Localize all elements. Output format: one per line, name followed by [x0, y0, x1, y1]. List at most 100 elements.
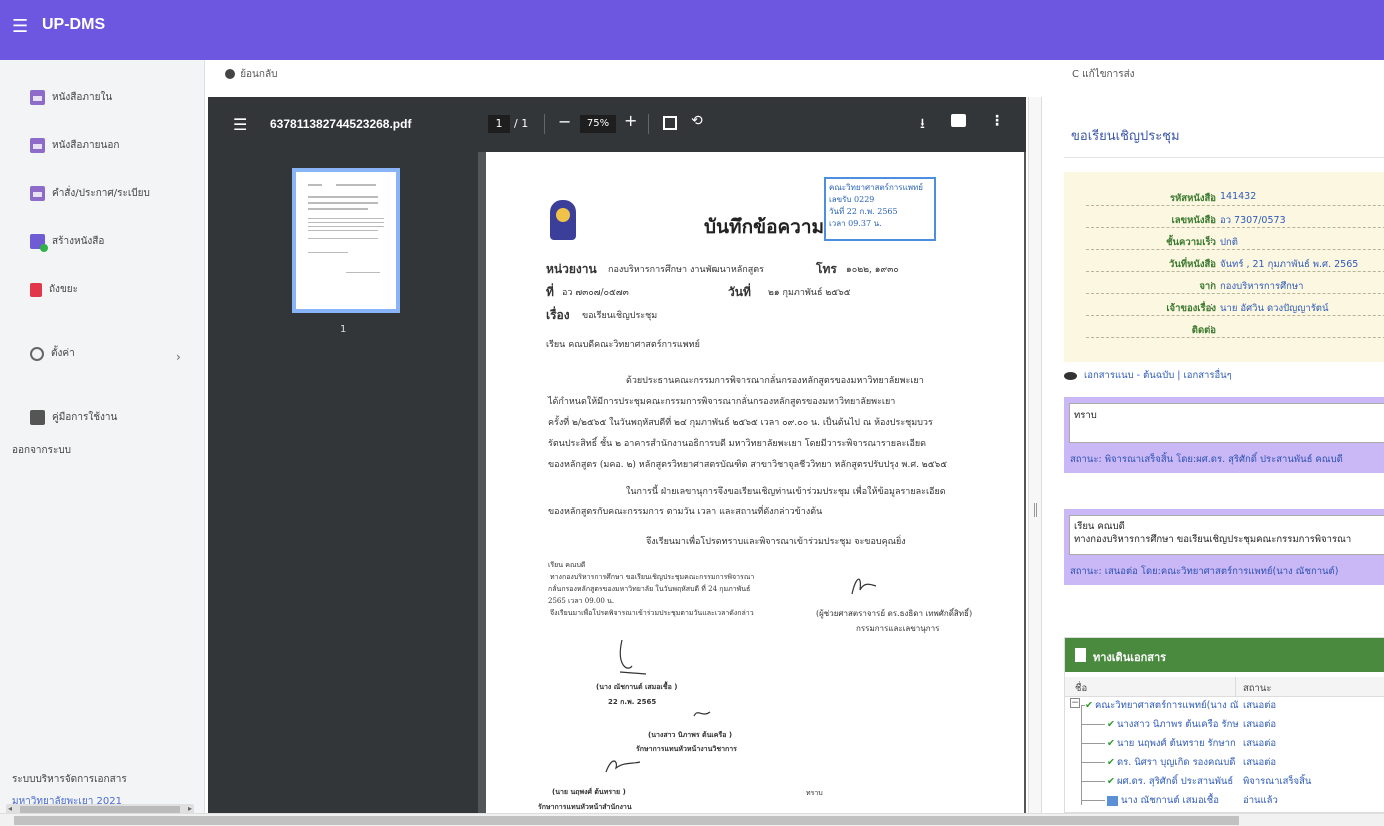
- scroll-left-icon[interactable]: ◂: [8, 804, 12, 813]
- tree-row-status: เสนอต่อ: [1243, 738, 1277, 749]
- page-total: / 1: [514, 117, 529, 130]
- note-ack: ทราบ: [806, 789, 823, 797]
- note-signer: (นางสาว นิภาพร ต้นเครือ ): [648, 731, 733, 739]
- stamp-line: คณะวิทยาศาสตร์การแพทย์: [829, 183, 923, 192]
- print-icon[interactable]: [951, 114, 966, 127]
- sidebar-item-logout[interactable]: ออกจากระบบ: [12, 443, 71, 458]
- sidebar-item-label: หนังสือภายนอก: [52, 140, 120, 151]
- refresh-icon: C: [1072, 69, 1079, 80]
- info-row: จาก : กองบริหารการศึกษา: [1086, 276, 1384, 294]
- thumb-line: [308, 218, 384, 219]
- splitter-grip-icon[interactable]: [1034, 503, 1037, 517]
- column-divider: [1235, 677, 1236, 697]
- sidebar-item-internal-letters[interactable]: หนังสือภายใน: [30, 90, 112, 105]
- pdf-filename: 637811382744523268.pdf: [270, 117, 412, 131]
- signer-title: กรรมการและเลขานุการ: [856, 624, 940, 633]
- comment-box: ทราบ สถานะ: พิจารณาเสร็จสิ้น โดย:ผศ.ดร. …: [1064, 397, 1384, 473]
- body-line: ของหลักสูตรกับคณะกรรมการ ตามวัน เวลา และ…: [548, 507, 823, 517]
- zoom-level-input[interactable]: 75%: [580, 115, 616, 133]
- signer-name: (ผู้ช่วยศาสตราจารย์ ดร.ธงธิดา เทพศักดิ์ส…: [816, 609, 973, 618]
- sidebar-item-external-letters[interactable]: หนังสือภายนอก: [30, 138, 119, 153]
- note-signer: (นาย นฤพงศ์ ต้นทราย ): [552, 788, 626, 796]
- tree-row[interactable]: ✔ ผศ.ดร. สุริศักดิ์ ประสานพันธ์ พิจารณาเส…: [1065, 772, 1384, 788]
- folder-icon: [30, 138, 45, 153]
- thumb-line: [308, 238, 378, 239]
- scrollbar-thumb[interactable]: [14, 816, 1239, 825]
- menu-icon[interactable]: ☰: [233, 115, 247, 134]
- page-number-input[interactable]: 1: [488, 115, 510, 133]
- subject-value: ขอเรียนเชิญประชุม: [582, 311, 658, 321]
- note-date: 22 ก.พ. 2565: [608, 698, 657, 706]
- thumb-line: [308, 184, 322, 186]
- more-options-icon[interactable]: ⋮: [990, 113, 1004, 129]
- signature: [605, 760, 641, 773]
- tree-row-name: นาง ณัชกานต์ เสมอเชื้อ: [1107, 793, 1219, 808]
- tree-row-name: ✔ นาย นฤพงศ์ ต้นทราย รักษาก: [1107, 736, 1236, 751]
- panel-splitter[interactable]: [1028, 97, 1042, 813]
- sidebar-item-manual[interactable]: คู่มือการใช้งาน: [30, 410, 117, 425]
- tree-row[interactable]: ✔ ดร. นิศรา บุญเกิด รองคณบดี เสนอต่อ: [1065, 753, 1384, 769]
- tree-row-name: ✔ คณะวิทยาศาสตร์การแพทย์(นาง ณั: [1085, 698, 1239, 713]
- received-stamp: คณะวิทยาศาสตร์การแพทย์ เลขรับ 0229 วันที…: [824, 177, 936, 241]
- date-label: วันที่: [728, 285, 751, 299]
- rotate-icon[interactable]: ⟲: [691, 113, 703, 129]
- info-value: กองบริหารการศึกษา: [1220, 281, 1304, 292]
- zoom-out-icon[interactable]: −: [558, 112, 571, 131]
- info-colon: :: [1210, 191, 1214, 202]
- info-colon: :: [1210, 257, 1214, 268]
- hamburger-icon[interactable]: ☰: [12, 16, 28, 37]
- sidebar-item-trash[interactable]: ถังขยะ: [30, 282, 78, 297]
- edit-sending-link[interactable]: C แก้ไขการส่ง: [1072, 67, 1135, 82]
- back-link[interactable]: ย้อนกลับ: [225, 67, 277, 82]
- page-horizontal-scrollbar[interactable]: [0, 813, 1384, 826]
- attachments-label: เอกสารแนบ - ต้นฉบับ | เอกสารอื่นๆ: [1084, 370, 1232, 381]
- tel-value: ๑๐๒๒, ๑๙๓๐: [846, 265, 899, 275]
- column-header-name[interactable]: ชื่อ: [1075, 681, 1087, 696]
- sidebar: หนังสือภายใน หนังสือภายนอก คำสั่ง/ประกาศ…: [0, 60, 205, 826]
- subject-label: เรื่อง: [546, 308, 570, 322]
- tree-branch: [1081, 724, 1105, 725]
- page-thumbnail[interactable]: [292, 168, 400, 313]
- info-key: เจ้าของเรื่อง: [1166, 303, 1216, 314]
- sidebar-item-settings[interactable]: ตั้งค่า: [30, 346, 75, 361]
- thumbnail-page-number: 1: [340, 324, 347, 335]
- download-icon[interactable]: ⭳: [920, 113, 925, 137]
- chevron-right-icon[interactable]: ›: [176, 350, 181, 364]
- signature: [851, 578, 877, 595]
- tree-row-status: พิจารณาเสร็จสิ้น: [1243, 776, 1312, 787]
- tree-row[interactable]: ✔ นางสาว นิภาพร ต้นเครือ รักษ เสนอต่อ: [1065, 715, 1384, 731]
- sidebar-item-orders[interactable]: คำสั่ง/ประกาศ/ระเบียบ: [30, 186, 150, 201]
- comment-status: สถานะ: เสนอต่อ โดย:คณะวิทยาศาสตร์การแพทย…: [1070, 566, 1339, 577]
- column-header-status[interactable]: สถานะ: [1243, 681, 1271, 696]
- thumb-line: [308, 222, 384, 223]
- note-signer: (นาง ณัชกานต์ เสมอเชื้อ ): [596, 683, 678, 691]
- tree-row-status: เสนอต่อ: [1243, 700, 1277, 711]
- sidebar-item-create-letter[interactable]: สร้างหนังสือ: [30, 234, 104, 252]
- date-value: ๒๑ กุมภาพันธ์ ๒๕๖๕: [768, 288, 851, 298]
- back-icon: [225, 69, 235, 79]
- fit-page-icon[interactable]: [663, 116, 677, 130]
- comment-line: ทางกองบริหารการศึกษา ขอเรียนเชิญประชุมคณ…: [1074, 534, 1352, 545]
- dept-value: กองบริหารการศึกษา งานพัฒนาหลักสูตร: [608, 265, 764, 275]
- folder-icon: [30, 186, 45, 201]
- comment-line: เรียน คณบดี: [1074, 521, 1125, 532]
- thumbnail-pane: 1: [208, 152, 478, 813]
- document-icon: [1075, 648, 1086, 662]
- info-value: จันทร์ , 21 กุมภาพันธ์ พ.ศ. 2565: [1220, 259, 1359, 270]
- folder-icon: [30, 90, 45, 105]
- tree-row[interactable]: นาง ณัชกานต์ เสมอเชื้อ อ่านแล้ว: [1065, 791, 1384, 807]
- attachments-link[interactable]: เอกสารแนบ - ต้นฉบับ | เอกสารอื่นๆ: [1064, 368, 1232, 383]
- info-value: นาย อัศวิน ดวงปัญญารัตน์: [1220, 303, 1329, 314]
- memo-title: บันทึกข้อความ: [704, 216, 825, 238]
- tree-row[interactable]: ✔ คณะวิทยาศาสตร์การแพทย์(นาง ณั เสนอต่อ: [1065, 696, 1384, 712]
- stamp-line: วันที่ 22 ก.พ. 2565: [829, 207, 898, 216]
- scroll-right-icon[interactable]: ▸: [188, 804, 192, 813]
- document-detail-panel: ขอเรียนเชิญประชุม รหัสหนังสือ : 141432 เ…: [1044, 97, 1384, 813]
- eye-icon: [1064, 371, 1077, 380]
- comment-line: ทราบ: [1074, 410, 1097, 421]
- app-title[interactable]: UP-DMS: [42, 16, 105, 34]
- document-path-panel: ทางเดินเอกสาร ชื่อ สถานะ − ✔ คณะวิทยาศาสต…: [1064, 637, 1384, 813]
- zoom-in-icon[interactable]: +: [624, 111, 637, 130]
- tree-row[interactable]: ✔ นาย นฤพงศ์ ต้นทราย รักษาก เสนอต่อ: [1065, 734, 1384, 750]
- edit-sending-label: แก้ไขการส่ง: [1082, 69, 1135, 80]
